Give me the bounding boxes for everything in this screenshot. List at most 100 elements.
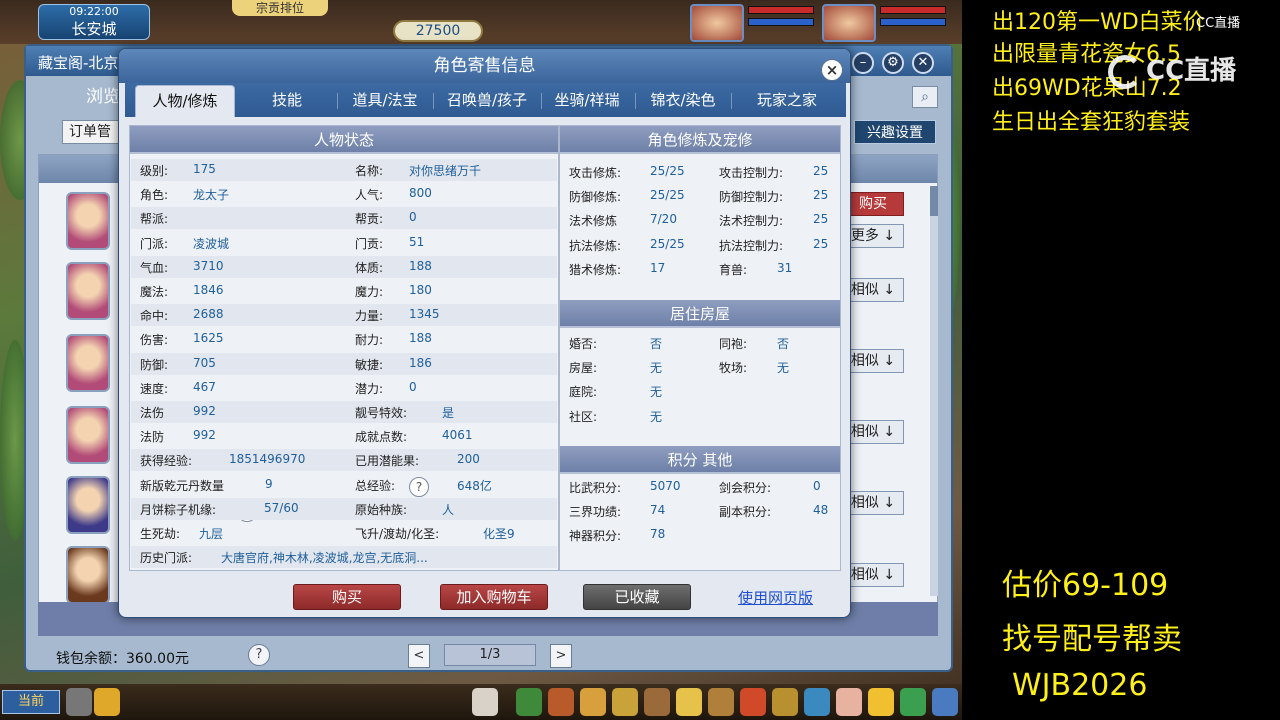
info-label: 牧场: [719,361,748,376]
favorited-button[interactable]: 已收藏 [583,584,691,610]
status-label: 伤害: [140,333,169,348]
status-value: 2688 [193,307,224,322]
tab-skills[interactable]: 技能 [251,85,323,117]
row-similar-button[interactable]: 相似 ↓ [842,278,904,302]
tab-outfits[interactable]: 锦衣/染色 [643,85,723,117]
status-label: 生死劫: [140,527,181,541]
info-label: 攻击修炼: [569,166,622,180]
row-more-button[interactable]: 更多 ↓ [842,224,904,248]
row-similar-label: 相似 [850,495,879,511]
add-to-cart-button[interactable]: 加入购物车 [440,584,548,610]
search-icon[interactable]: ⌕ [912,86,938,108]
give-icon[interactable] [612,688,638,716]
pet-icon[interactable] [472,688,498,716]
status-value: 992 [193,404,216,418]
minimize-icon[interactable]: – [852,52,874,74]
row-buy-button[interactable]: 购买 [842,192,904,216]
chat-icon[interactable] [94,688,120,716]
gear-icon[interactable]: ⚙ [882,52,904,74]
city-name: 长安城 [71,20,117,38]
tab-character[interactable]: 人物/修炼 [135,85,235,117]
skill-icon[interactable] [548,688,574,716]
pet-portrait[interactable] [690,4,744,42]
browse-tab[interactable]: 浏览 [86,82,120,107]
order-management-button[interactable]: 订单管 [62,120,126,144]
city-location[interactable]: 09:22:00 长安城 [38,4,150,40]
prev-page-button[interactable]: < [408,644,430,668]
list-scrollbar[interactable] [930,186,938,596]
next-page-button[interactable]: > [550,644,572,668]
tab-mounts[interactable]: 坐骑/祥瑞 [547,85,627,117]
game-world: 09:22:00 长安城 宗贡排位 27500 藏宝阁-北京 – ⚙ ✕ 浏览 … [0,0,962,720]
row-similar-button[interactable]: 相似 ↓ [842,563,904,587]
status-label: 靓号特效: [355,406,408,420]
status-value: 4061 [442,428,473,443]
status-label: 帮派: [140,212,169,227]
status-value: 0 [409,210,417,225]
info-value: 25 [813,236,829,251]
tab-player-home[interactable]: 玩家之家 [745,85,829,117]
channel-current-button[interactable]: 当前 [2,690,60,714]
overlay-contact: WJB2026 [1012,668,1148,703]
attack-icon[interactable] [516,688,542,716]
status-label: 魔力: [355,285,384,299]
info-value: 5070 [650,479,681,493]
help-icon[interactable]: ? [409,477,429,497]
listing-avatar[interactable] [66,334,110,392]
info-value: 否 [650,337,663,351]
listing-avatar[interactable] [66,546,110,604]
info-value: 17 [650,260,666,275]
info-label: 房屋: [569,361,598,376]
close-icon[interactable]: ✕ [912,52,934,74]
listing-avatar[interactable] [66,476,110,534]
status-label: 获得经验: [140,454,193,469]
tab-items[interactable]: 道具/法宝 [345,85,425,117]
status-value: 188 [409,258,432,273]
computer-icon[interactable] [932,688,958,716]
item-icon[interactable] [580,688,606,716]
team-icon[interactable] [676,688,702,716]
row-stripe [131,449,557,472]
web-version-link[interactable]: 使用网页版 [738,587,813,608]
microphone-icon[interactable] [66,688,92,716]
info-label: 法术修炼 [569,214,618,229]
listing-avatar[interactable] [66,192,110,250]
row-similar-button[interactable]: 相似 ↓ [842,491,904,515]
cc-small-logo: CC直播 [1196,16,1241,31]
dialog-tabs: 人物/修炼 技能 道具/法宝 召唤兽/孩子 坐骑/祥瑞 锦衣/染色 玩家之家 [125,83,846,117]
trade-icon[interactable] [644,688,670,716]
status-label: 敏捷: [355,357,384,372]
status-value: 180 [409,283,432,297]
cc-ring-icon [1108,54,1142,89]
row-similar-label: 相似 [850,282,879,298]
peach-icon[interactable] [836,688,862,716]
buy-button[interactable]: 购买 [293,584,401,610]
status-label: 帮贡: [355,212,384,227]
tab-summons[interactable]: 召唤兽/孩子 [439,85,535,117]
status-value: 57/60 [264,500,299,515]
quest-icon[interactable] [708,688,734,716]
listing-avatar[interactable] [66,406,110,464]
smiley-icon[interactable] [868,688,894,716]
settings-icon[interactable] [900,688,926,716]
listing-avatar[interactable] [66,262,110,320]
list-scrollbar-thumb[interactable] [930,186,938,216]
rank-button[interactable]: 宗贡排位 [232,0,328,16]
status-label: 防御: [140,357,169,372]
window-title: 藏宝阁-北京 [38,54,119,72]
row-similar-button[interactable]: 相似 ↓ [842,420,904,444]
stream-overlay: 出120第一WD白菜价 出限量青花瓷女6.5 出69WD花果山7.2 生日出全套… [962,0,1280,720]
info-value: 25/25 [650,188,685,203]
player-portrait[interactable] [822,4,876,42]
system-icon[interactable] [804,688,830,716]
info-value: 无 [650,361,663,376]
status-label: 法伤 [140,406,165,420]
guild-icon[interactable] [740,688,766,716]
bell-icon[interactable] [772,688,798,716]
interest-settings-button[interactable]: 兴趣设置 [854,120,936,144]
row-similar-button[interactable]: 相似 ↓ [842,349,904,373]
help-icon[interactable]: ? [248,644,270,666]
status-value: 3710 [193,258,224,273]
close-icon[interactable]: × [821,59,843,81]
status-value: 九层 [199,527,224,541]
